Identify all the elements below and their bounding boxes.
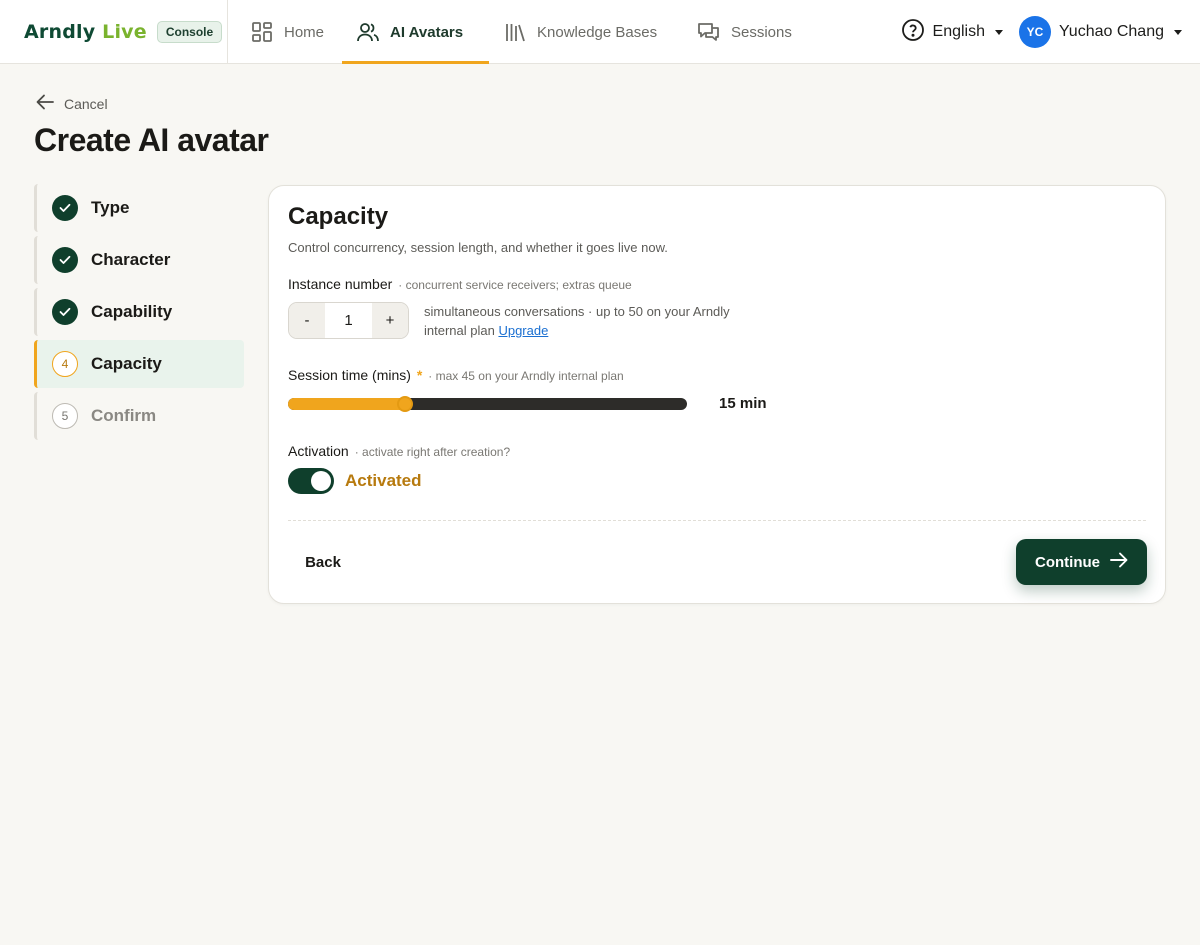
header-divider (227, 0, 228, 63)
user-menu[interactable]: YC Yuchao Chang (1019, 16, 1182, 48)
brand: Arndly Live Console (24, 0, 223, 63)
card-title: Capacity (288, 203, 389, 230)
increment-button[interactable]: + (372, 303, 408, 338)
activation-state: Activated (345, 471, 422, 490)
arrow-left-icon (36, 94, 54, 113)
page-title: Create AI avatar (34, 122, 269, 158)
chat-bubbles-icon (697, 20, 721, 44)
books-icon (503, 20, 527, 44)
wizard-steps: Type Character Capability 4 Capacity 5 C… (34, 184, 244, 444)
toggle-knob (311, 471, 331, 491)
step-label: Character (91, 250, 171, 269)
arrow-right-icon (1110, 552, 1128, 572)
nav-label: Knowledge Bases (537, 23, 658, 41)
step-label: Confirm (91, 406, 157, 425)
required-asterisk: * (416, 367, 423, 383)
language-selector[interactable]: English (901, 18, 1004, 47)
language-label: English (932, 23, 986, 40)
app-logo[interactable]: Arndly Live (24, 21, 147, 43)
nav-label: AI Avatars (390, 23, 464, 41)
session-time-label: Session time (mins) * · max 45 on your A… (288, 367, 624, 383)
step-type[interactable]: Type (34, 184, 244, 232)
activation-toggle[interactable] (288, 468, 334, 494)
step-label: Type (91, 198, 130, 217)
instance-number-label: Instance number · concurrent service rec… (288, 276, 632, 292)
slider-thumb[interactable] (397, 396, 414, 412)
check-icon (52, 195, 78, 221)
upgrade-link[interactable]: Upgrade (498, 323, 548, 338)
session-time-slider[interactable] (288, 396, 687, 412)
field-label-text: Activation (288, 443, 349, 459)
check-icon (52, 299, 78, 325)
capacity-card: Capacity Control concurrency, session le… (268, 185, 1166, 604)
continue-button[interactable]: Continue (1016, 539, 1147, 585)
slider-fill (288, 398, 406, 410)
instance-number-value[interactable]: 1 (325, 312, 372, 329)
step-character[interactable]: Character (34, 236, 244, 284)
help-circle-icon (901, 18, 925, 47)
users-icon (356, 20, 380, 44)
nav-label: Home (284, 23, 325, 41)
nav-item-knowledge-bases[interactable]: Knowledge Bases (489, 0, 683, 64)
cancel-label: Cancel (64, 95, 108, 112)
field-hint: · activate right after creation? (354, 445, 511, 459)
back-button[interactable]: Back (288, 540, 358, 584)
grid-icon (250, 20, 274, 44)
header-tools: English YC Yuchao Chang (901, 0, 1182, 64)
chevron-down-icon (995, 29, 1004, 35)
nav-item-ai-avatars[interactable]: AI Avatars (342, 0, 489, 64)
console-badge: Console (156, 20, 223, 43)
step-capacity[interactable]: 4 Capacity (34, 340, 244, 388)
main-nav: Home AI Avatars Knowledge Bases Sessions (236, 0, 833, 64)
check-icon (52, 247, 78, 273)
session-time-value: 15 min (719, 395, 767, 412)
field-hint: · concurrent service receivers; extras q… (398, 278, 632, 292)
instance-note: simultaneous conversations · up to 50 on… (424, 302, 754, 340)
step-number: 5 (52, 403, 78, 429)
cancel-link[interactable]: Cancel (36, 94, 108, 113)
card-divider (288, 520, 1146, 521)
field-label-text: Instance number (288, 276, 393, 292)
avatar: YC (1019, 16, 1052, 48)
step-number: 4 (52, 351, 78, 377)
instance-number-stepper: - 1 + (288, 302, 409, 339)
card-subtitle: Control concurrency, session length, and… (288, 240, 668, 255)
user-name: Yuchao Chang (1059, 23, 1164, 40)
nav-item-home[interactable]: Home (236, 0, 342, 64)
step-label: Capacity (91, 354, 162, 373)
nav-item-sessions[interactable]: Sessions (683, 0, 833, 64)
step-confirm[interactable]: 5 Confirm (34, 392, 244, 440)
activation-label: Activation · activate right after creati… (288, 443, 510, 459)
step-label: Capability (91, 302, 173, 321)
field-label-text: Session time (mins) * (288, 367, 423, 383)
field-hint: · max 45 on your Arndly internal plan (428, 369, 624, 383)
nav-label: Sessions (731, 23, 792, 41)
continue-label: Continue (1035, 553, 1100, 571)
chevron-down-icon (1174, 29, 1182, 35)
instance-note-text: simultaneous conversations · up to 50 on… (424, 304, 730, 338)
decrement-button[interactable]: - (289, 303, 325, 338)
top-header: Arndly Live Console Home AI Avatars Know… (0, 0, 1200, 64)
step-capability[interactable]: Capability (34, 288, 244, 336)
